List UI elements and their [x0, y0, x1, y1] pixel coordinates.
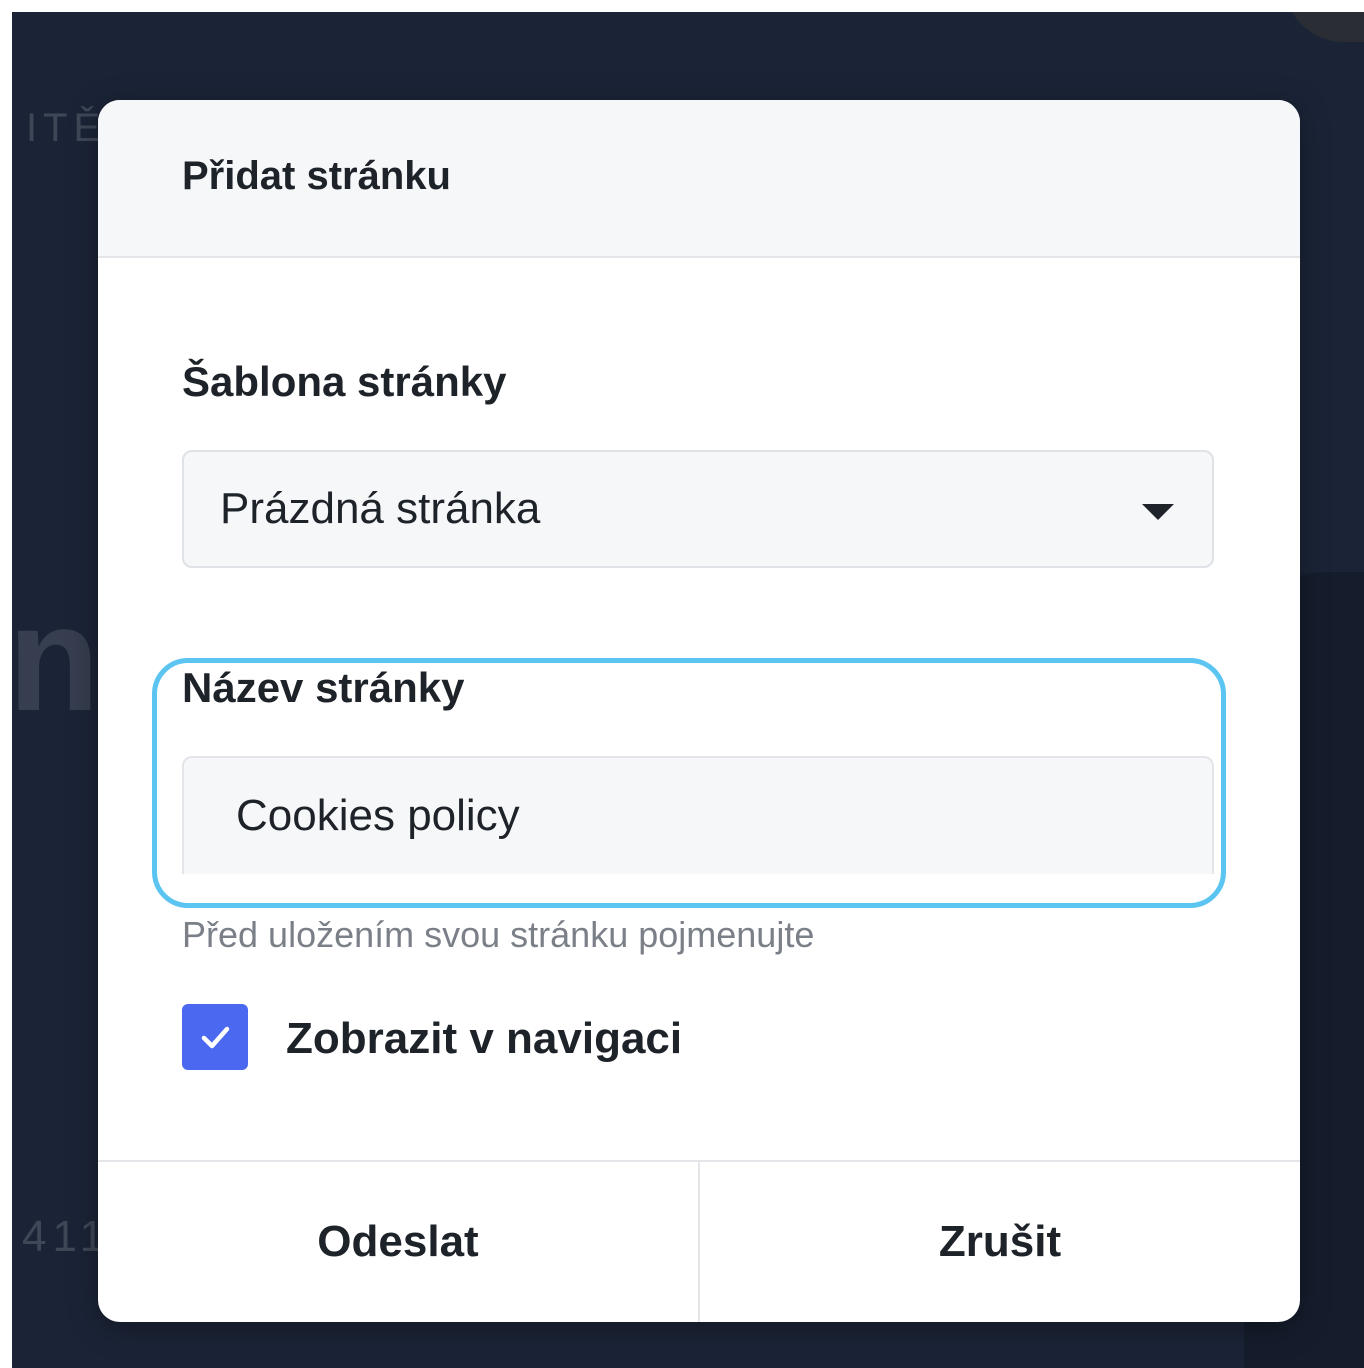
name-field-label: Název stránky	[182, 664, 465, 711]
submit-button[interactable]: Odeslat	[98, 1162, 700, 1322]
dialog-title: Přidat stránku	[182, 153, 451, 198]
show-in-navigation-checkbox[interactable]	[182, 1004, 248, 1070]
template-select-value: Prázdná stránka	[220, 484, 541, 533]
add-page-dialog: Přidat stránku Šablona stránky Prázdná s…	[98, 100, 1300, 1322]
page-name-input[interactable]	[182, 756, 1214, 874]
name-field-helper-text: Před uložením svou stránku pojmenujte	[182, 914, 815, 955]
background-large-text: n	[12, 574, 100, 742]
cancel-button[interactable]: Zrušit	[700, 1162, 1300, 1322]
checkmark-icon	[201, 1026, 230, 1049]
background-image-corner	[1284, 12, 1364, 42]
background-heading-text: ITĚ	[26, 106, 107, 150]
show-in-navigation-label[interactable]: Zobrazit v navigaci	[286, 1014, 682, 1064]
chevron-down-icon	[1142, 504, 1174, 520]
template-select[interactable]: Prázdná stránka	[182, 450, 1214, 568]
template-field-label: Šablona stránky	[182, 358, 507, 405]
dialog-footer: Odeslat Zrušit	[98, 1160, 1300, 1322]
background-number-text: 411	[22, 1212, 111, 1261]
dialog-header: Přidat stránku	[98, 100, 1300, 258]
